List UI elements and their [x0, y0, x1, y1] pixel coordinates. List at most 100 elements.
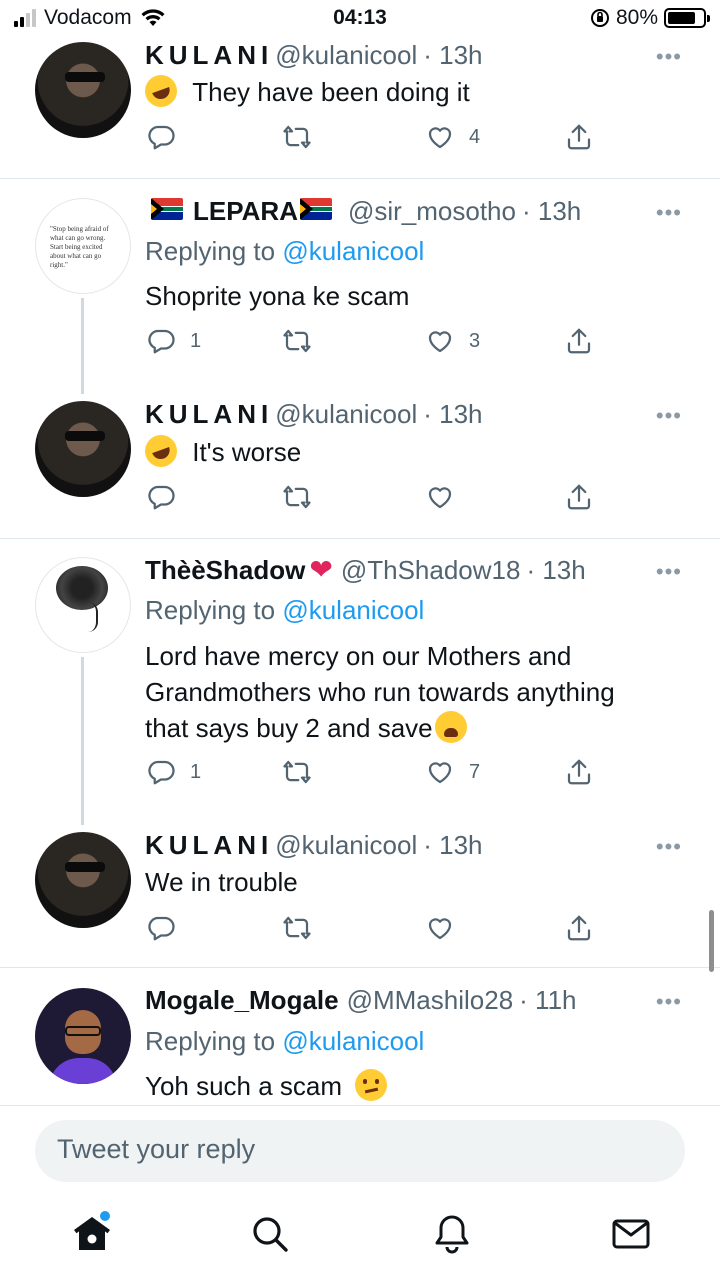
reply-button[interactable]	[146, 482, 190, 512]
tab-messages[interactable]	[609, 1212, 653, 1256]
heart-icon	[425, 913, 455, 943]
display-name[interactable]: Mogale_Mogale	[145, 983, 339, 1017]
handle[interactable]: @sir_mosotho	[348, 194, 516, 228]
tweet-header: ThèèShadow ❤ @ThShadow18 · 13h	[145, 553, 586, 587]
handle[interactable]: @MMashilo28	[347, 983, 514, 1017]
mention-link[interactable]: @kulanicool	[282, 1026, 424, 1056]
replying-to: Replying to @kulanicool	[145, 1026, 425, 1056]
scroll-indicator[interactable]	[709, 910, 714, 972]
reply-count: 1	[190, 329, 202, 352]
reply-count: 1	[190, 760, 202, 783]
more-options-icon[interactable]: •••	[656, 559, 682, 585]
like-button[interactable]	[425, 482, 469, 512]
retweet-icon	[282, 326, 312, 356]
tweet-text-line: Lord have mercy on our Mothers and	[145, 641, 572, 671]
share-icon	[564, 122, 594, 152]
retweet-icon	[282, 913, 312, 943]
avatar[interactable]	[35, 988, 131, 1084]
avatar[interactable]: "Stop being afraid of what can go wrong.…	[35, 198, 131, 294]
share-button[interactable]	[564, 122, 594, 152]
tweet-text: Yoh such a scam	[145, 1071, 343, 1101]
tweet-actions	[0, 913, 720, 947]
replying-to: Replying to @kulanicool	[145, 595, 425, 625]
heart-icon	[425, 122, 455, 152]
south-africa-flag-icon	[151, 198, 183, 220]
tweet-text: They have been doing it	[192, 77, 470, 107]
weary-face-emoji	[434, 711, 467, 743]
retweet-icon	[282, 482, 312, 512]
reply-icon	[146, 482, 176, 512]
reply-icon	[146, 326, 176, 356]
tab-notifications[interactable]	[430, 1212, 474, 1256]
home-notification-dot	[100, 1211, 110, 1221]
divider	[0, 538, 720, 539]
share-button[interactable]	[564, 913, 594, 943]
timestamp: · 13h	[423, 830, 483, 860]
retweet-button[interactable]	[282, 757, 326, 787]
heart-icon	[425, 326, 455, 356]
avatar-quote: "Stop being afraid of what can go wrong.…	[50, 225, 109, 269]
more-options-icon[interactable]: •••	[656, 200, 682, 226]
battery-group: 80%	[590, 6, 710, 30]
like-button[interactable]: 7	[425, 757, 480, 787]
retweet-button[interactable]	[282, 122, 326, 152]
like-button[interactable]: 3	[425, 326, 480, 356]
reply-button[interactable]: 1	[146, 326, 201, 356]
divider	[0, 178, 720, 179]
display-name[interactable]: KULANI	[145, 828, 273, 862]
reply-button[interactable]	[146, 913, 190, 943]
tweet-header: KULANI @kulanicool · 13h	[145, 828, 483, 862]
more-options-icon[interactable]: •••	[656, 403, 682, 429]
share-icon	[564, 326, 594, 356]
like-button[interactable]	[425, 913, 469, 943]
like-button[interactable]: 4	[425, 122, 480, 152]
reply-button[interactable]: 1	[146, 757, 201, 787]
tweet-actions	[0, 482, 720, 516]
display-name[interactable]: KULANI	[145, 38, 273, 72]
retweet-button[interactable]	[282, 482, 326, 512]
retweet-button[interactable]	[282, 913, 326, 943]
more-options-icon[interactable]: •••	[656, 834, 682, 860]
timestamp: · 13h	[423, 40, 483, 70]
share-button[interactable]	[564, 326, 594, 356]
retweet-icon	[282, 757, 312, 787]
battery-percent: 80%	[615, 6, 658, 29]
tweet-text-container: They have been doing it	[140, 70, 685, 112]
like-count: 4	[469, 125, 481, 148]
heart-icon	[425, 757, 455, 787]
reply-button[interactable]	[146, 122, 190, 152]
handle[interactable]: @ThShadow18	[341, 553, 521, 587]
retweet-button[interactable]	[282, 326, 326, 356]
heart-icon	[425, 482, 455, 512]
share-button[interactable]	[564, 757, 594, 787]
mention-link[interactable]: @kulanicool	[282, 595, 424, 625]
tweet-text-container: Yoh such a scam	[145, 1068, 685, 1104]
timestamp: · 13h	[423, 399, 483, 429]
orientation-lock-icon	[590, 9, 609, 27]
tweet-actions: 1 3	[0, 326, 720, 360]
display-name[interactable]: KULANI	[145, 397, 273, 431]
timestamp: · 13h	[521, 196, 582, 226]
share-icon	[564, 913, 594, 943]
mention-link[interactable]: @kulanicool	[282, 236, 424, 266]
more-options-icon[interactable]: •••	[656, 989, 682, 1015]
tweet-header: Mogale_Mogale @MMashilo28 · 11h	[145, 983, 577, 1017]
more-options-icon[interactable]: •••	[656, 44, 682, 70]
tweet-actions: 4	[0, 122, 720, 156]
like-count: 7	[469, 760, 481, 783]
divider	[0, 967, 720, 968]
share-button[interactable]	[564, 482, 594, 512]
tweet-text-container: It's worse	[140, 430, 685, 472]
tab-search[interactable]	[248, 1212, 292, 1256]
display-name[interactable]: ThèèShadow	[145, 553, 305, 587]
rolling-laughing-emoji	[140, 70, 182, 112]
reply-input[interactable]: Tweet your reply	[35, 1120, 685, 1182]
handle[interactable]: @kulanicool	[275, 828, 417, 862]
handle[interactable]: @kulanicool	[275, 397, 417, 431]
timestamp: · 11h	[519, 985, 577, 1015]
handle[interactable]: @kulanicool	[275, 38, 417, 72]
display-name[interactable]: LEPARA	[193, 194, 298, 228]
tweet-text-container: Lord have mercy on our Mothers and Grand…	[145, 638, 685, 746]
avatar[interactable]	[35, 557, 131, 653]
like-count: 3	[469, 329, 481, 352]
